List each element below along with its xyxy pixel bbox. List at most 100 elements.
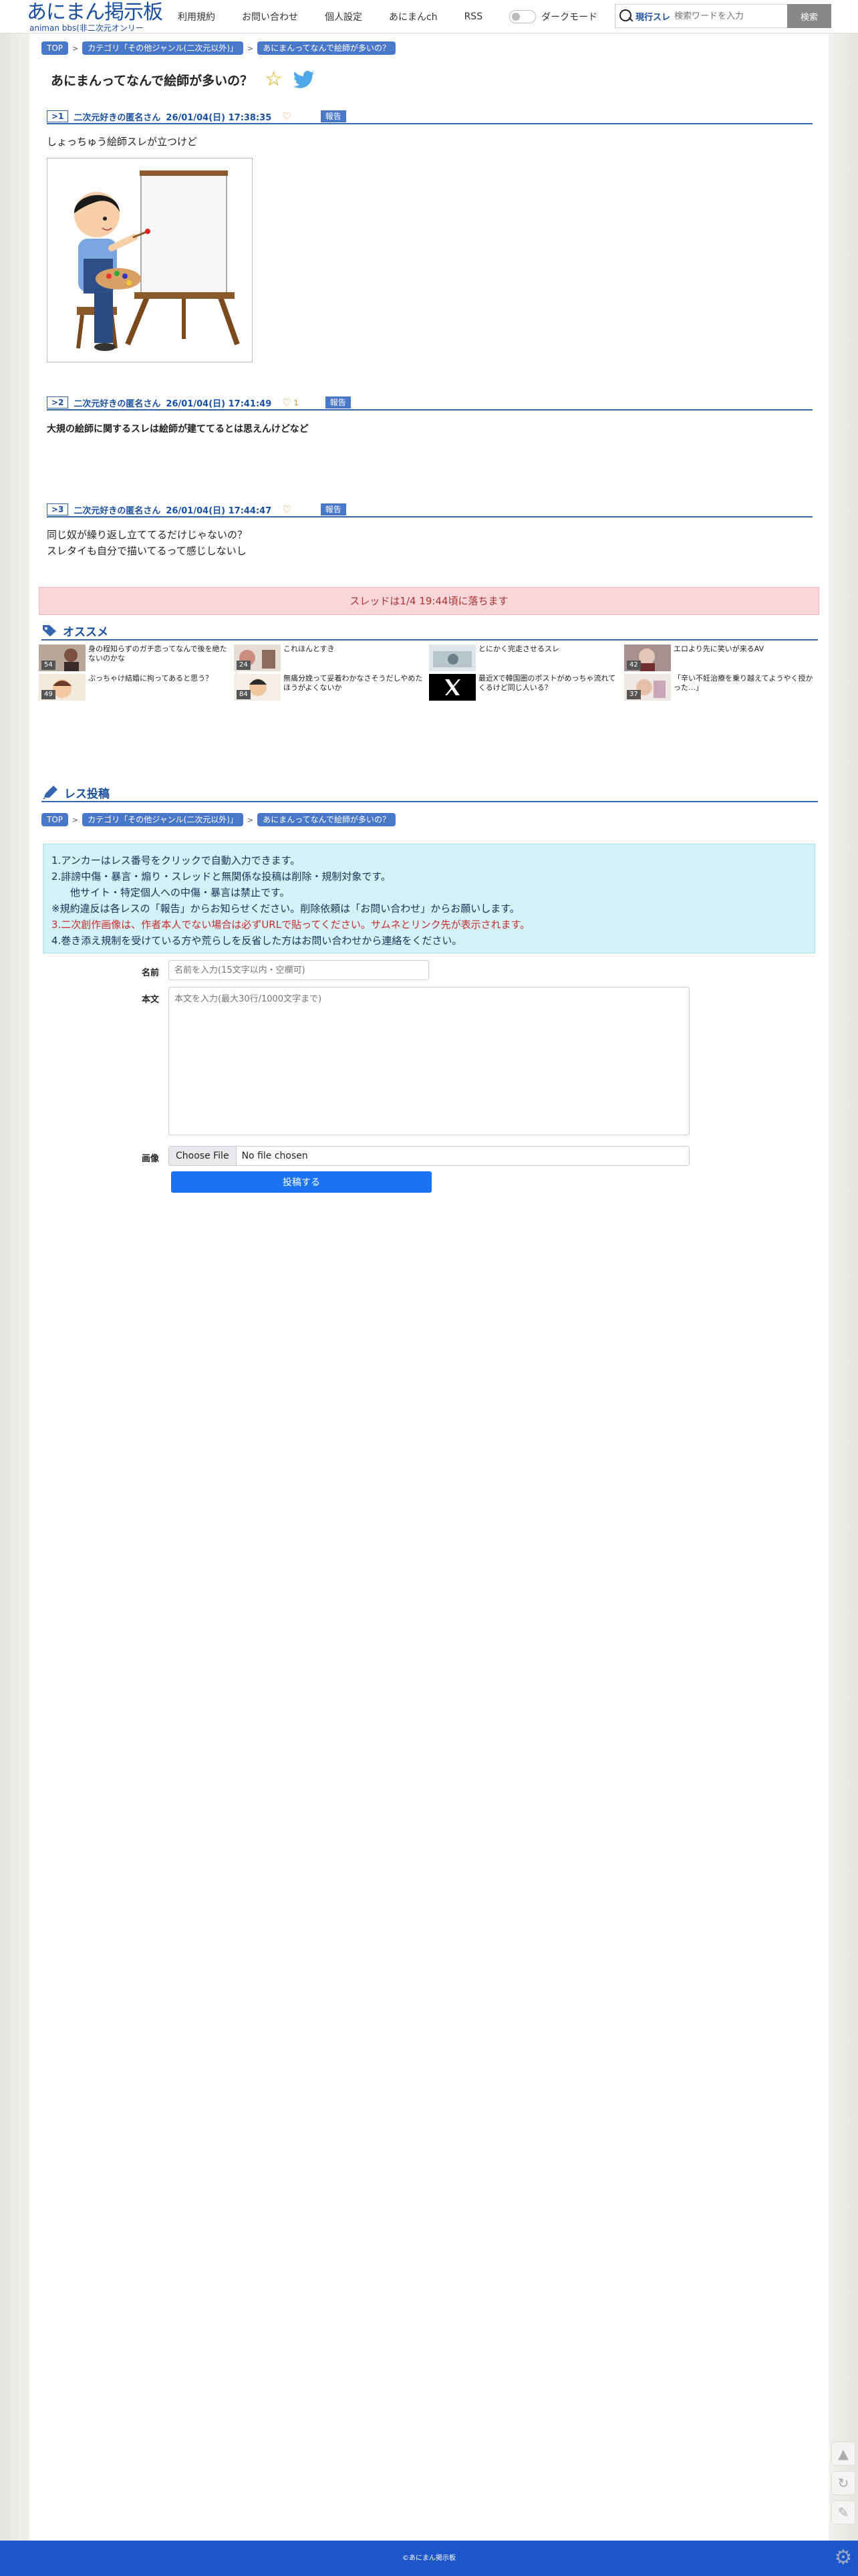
- post-image[interactable]: [47, 158, 253, 362]
- body-textarea[interactable]: [168, 987, 690, 1135]
- reply-count: 49: [41, 690, 55, 699]
- heart-icon[interactable]: ♡: [282, 110, 291, 122]
- recommend-item[interactable]: 54 身の程知らずのガチ恋ってなんで後を絶たないのかな: [39, 645, 234, 671]
- search-scope[interactable]: 現行スレ: [635, 10, 674, 23]
- post-date: 26/01/04(日) 17:41:49: [166, 398, 272, 409]
- thumbnail-image: [429, 645, 476, 671]
- reply-count: 42: [627, 661, 641, 670]
- rule-line: 2.誹謗中傷・暴言・煽り・スレッドと無関係な投稿は削除・規制対象です。: [51, 870, 391, 883]
- dark-mode-toggle[interactable]: [509, 10, 537, 23]
- pencil-icon: [43, 786, 57, 799]
- tag-icon: [43, 625, 56, 636]
- nav-terms[interactable]: 利用規約: [178, 10, 215, 23]
- dark-mode-control: ダークモード: [509, 10, 597, 23]
- report-button[interactable]: 報告: [320, 110, 346, 122]
- search-icon: [615, 4, 635, 28]
- recommend-text: 最近Xで韓国圏のポストがめっちゃ流れてくるけど同じ人いる？: [478, 674, 616, 692]
- thread-title: あにまんってなんで絵師が多いの？: [51, 73, 253, 88]
- recommend-grid: 54 身の程知らずのガチ恋ってなんで後を絶たないのかな 24 これほんとすき と…: [39, 645, 819, 701]
- res-number[interactable]: >2: [47, 396, 69, 408]
- rule-line: 1.アンカーはレス番号をクリックで自動入力できます。: [51, 854, 301, 866]
- search-button[interactable]: 検索: [787, 4, 831, 28]
- body-label: 本文: [142, 995, 160, 1005]
- breadcrumb: TOP > カテゴリ「その他ジャンル(二次元以外)」 > あにまんってなんで絵師…: [41, 41, 396, 55]
- res-number[interactable]: >1: [47, 110, 69, 122]
- reply-header: レス投稿: [41, 784, 818, 802]
- post-line: しょっちゅう絵師スレが立つけど: [47, 136, 198, 148]
- search-bar: 現行スレ 検索: [615, 4, 831, 28]
- breadcrumb-separator: >: [72, 815, 79, 824]
- logo-title: あにまん掲示板: [27, 1, 163, 24]
- image-label: 画像: [142, 1154, 160, 1164]
- breadcrumb-separator: >: [247, 815, 254, 824]
- recommend-item[interactable]: とにかく完走させるスレ: [429, 645, 624, 671]
- recommend-item[interactable]: 24 これほんとすき: [234, 645, 429, 671]
- recommend-item[interactable]: 37 「辛い不妊治療を乗り越えてようやく授かった…」: [624, 674, 819, 701]
- nav-animanch[interactable]: あにまんch: [389, 10, 438, 23]
- file-status: No file chosen: [241, 1151, 308, 1161]
- rule-line: 他サイト・特定個人への中傷・暴言は禁止です。: [70, 887, 290, 899]
- breadcrumb-bottom: TOP > カテゴリ「その他ジャンル(二次元以外)」 > あにまんってなんで絵師…: [41, 813, 396, 826]
- gear-icon[interactable]: ⚙: [831, 2546, 855, 2570]
- post-body-1: しょっちゅう絵師スレが立つけど: [47, 134, 197, 150]
- main-nav: 利用規約 お問い合わせ 個人設定 あにまんch RSS ダークモード: [178, 0, 597, 33]
- site-logo[interactable]: あにまん掲示板 animan bbs(非二次元オンリー: [27, 1, 167, 33]
- choose-file-button[interactable]: Choose File: [169, 1147, 237, 1165]
- recommend-header: オススメ: [41, 622, 818, 640]
- recommend-item[interactable]: 49 ぶっちゃけ結婚に拘ってあると思う？: [39, 674, 234, 701]
- site-header: あにまん掲示板 animan bbs(非二次元オンリー 利用規約 お問い合わせ …: [0, 0, 858, 33]
- post-body-3: 同じ奴が繰り返し立ててるだけじゃないの？ スレタイも自分で描いてるって感じしない…: [47, 527, 247, 559]
- content-area: [29, 0, 829, 2576]
- recommend-text: エロより先に笑いが来るAV: [674, 645, 764, 653]
- thread-title-row: あにまんってなんで絵師が多いの？ ☆: [51, 70, 315, 90]
- rule-line: ※規約違反は各レスの「報告」からお知らせください。削除依頼は「お問い合わせ」から…: [51, 903, 520, 915]
- poster-name: 二次元好きの匿名さん: [74, 112, 161, 123]
- breadcrumb-top[interactable]: TOP: [41, 41, 69, 55]
- twitter-bird-icon[interactable]: [293, 70, 315, 89]
- expire-notice: スレッドは1/4 19:44頃に落ちます: [39, 587, 819, 615]
- dark-mode-label: ダークモード: [541, 12, 598, 23]
- recommend-item[interactable]: 84 無痛分娩って妥着わかなさそうだしやめたほうがよくないか: [234, 674, 429, 701]
- breadcrumb-thread[interactable]: あにまんってなんで絵師が多いの？: [257, 813, 396, 826]
- nav-settings[interactable]: 個人設定: [325, 10, 362, 23]
- post-date: 26/01/04(日) 17:38:35: [166, 112, 272, 123]
- scroll-top-button[interactable]: ▲: [831, 2442, 855, 2466]
- poster-name: 二次元好きの匿名さん: [74, 398, 161, 409]
- recommend-item[interactable]: 最近Xで韓国圏のポストがめっちゃ流れてくるけど同じ人いる？: [429, 674, 624, 701]
- recommend-item[interactable]: 42 エロより先に笑いが来るAV: [624, 645, 819, 671]
- submit-button[interactable]: 投稿する: [171, 1171, 432, 1193]
- breadcrumb-thread[interactable]: あにまんってなんで絵師が多いの？: [257, 41, 396, 55]
- poster-name: 二次元好きの匿名さん: [74, 505, 161, 516]
- heart-icon[interactable]: ♡: [282, 396, 291, 408]
- breadcrumb-category[interactable]: カテゴリ「その他ジャンル(二次元以外)」: [82, 813, 243, 826]
- recommend-title: オススメ: [63, 625, 108, 639]
- image-file-input[interactable]: Choose File No file chosen: [168, 1146, 690, 1166]
- report-button[interactable]: 報告: [320, 503, 346, 515]
- reply-count: 37: [627, 690, 641, 699]
- name-input[interactable]: [168, 960, 429, 980]
- like-count: 1: [293, 398, 299, 407]
- painter-illustration: [74, 170, 240, 351]
- recommend-text: ぶっちゃけ結婚に拘ってあると思う？: [88, 674, 213, 683]
- rule-line-warning: 3.二次創作画像は、作者本人でない場合は必ずURLで貼ってください。サムネとリン…: [51, 919, 531, 931]
- post-header-1: >1 二次元好きの匿名さん 26/01/04(日) 17:38:35 ♡ 報告: [47, 110, 813, 124]
- write-button[interactable]: ✎: [831, 2500, 855, 2525]
- recommend-text: 無痛分娩って妥着わかなさそうだしやめたほうがよくないか: [283, 674, 423, 692]
- recommend-text: これほんとすき: [283, 645, 335, 653]
- post-body-2: 大規の絵師に関するスレは絵師が建ててるとは思えんけどなど: [47, 421, 309, 437]
- favorite-star-icon[interactable]: ☆: [265, 70, 283, 90]
- breadcrumb-separator: >: [72, 43, 79, 53]
- reload-button[interactable]: ↻: [831, 2471, 855, 2495]
- post-line: スレタイも自分で描いてるって感じしないし: [47, 545, 247, 557]
- page-background-left: [0, 0, 29, 2576]
- report-button[interactable]: 報告: [325, 396, 351, 408]
- nav-rss[interactable]: RSS: [464, 11, 483, 22]
- reply-title: レス投稿: [64, 787, 110, 801]
- nav-contact[interactable]: お問い合わせ: [242, 10, 298, 23]
- res-number[interactable]: >3: [47, 503, 69, 515]
- breadcrumb-top[interactable]: TOP: [41, 813, 69, 826]
- post-line: 同じ奴が繰り返し立ててるだけじゃないの？: [47, 529, 248, 541]
- breadcrumb-category[interactable]: カテゴリ「その他ジャンル(二次元以外)」: [82, 41, 243, 55]
- search-input[interactable]: [674, 6, 781, 26]
- heart-icon[interactable]: ♡: [282, 503, 291, 515]
